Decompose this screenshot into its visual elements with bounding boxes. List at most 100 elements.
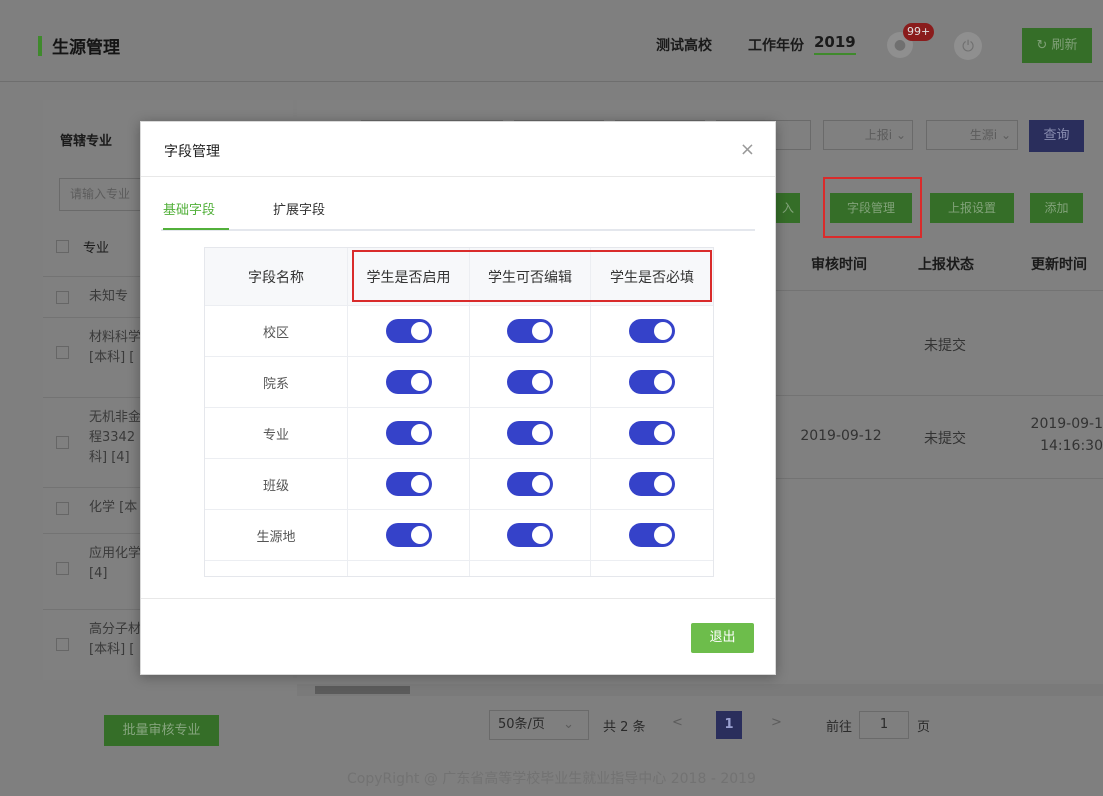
school-name: 测试高校 <box>656 38 712 54</box>
required-toggle-cell <box>591 459 713 509</box>
editable-toggle-cell <box>470 510 591 560</box>
field-name: 院系 <box>205 357 348 407</box>
current-page[interactable]: 1 <box>716 711 742 739</box>
enabled-toggle-cell <box>348 357 470 407</box>
editable-toggle[interactable] <box>507 421 553 445</box>
col-review-time: 审核时间 <box>811 257 867 273</box>
copyright-footer: CopyRight @ 广东省高等学校毕业生就业指导中心 2018 - 2019 <box>347 771 756 787</box>
major-panel-heading: 管辖专业 <box>60 134 113 149</box>
major-name: 材料科学 [本科] [ <box>89 330 142 365</box>
select-all-checkbox[interactable] <box>56 240 69 253</box>
required-toggle[interactable] <box>629 523 675 547</box>
toggle-knob <box>654 526 672 544</box>
next-page-icon[interactable]: > <box>771 715 782 730</box>
prev-page-icon[interactable]: < <box>672 715 683 730</box>
title-accent-bar <box>38 36 42 56</box>
major-checkbox[interactable] <box>56 291 69 304</box>
import-button[interactable]: 入 <box>776 193 800 223</box>
major-column-label: 专业 <box>83 241 110 256</box>
power-icon[interactable]: ⏻ <box>954 32 982 60</box>
field-row: 生源地 <box>205 510 713 561</box>
major-name: 化学 [本 <box>89 500 138 515</box>
source-select[interactable]: 生源i ⌄ <box>926 120 1018 150</box>
field-name: 校区 <box>205 306 348 356</box>
toggle-knob <box>410 373 429 391</box>
required-toggle[interactable] <box>629 370 675 394</box>
major-name: 未知专 <box>89 289 129 304</box>
toggle-knob <box>532 322 550 340</box>
required-toggle-cell <box>591 306 713 356</box>
editable-toggle-cell <box>470 459 591 509</box>
report-settings-button[interactable]: 上报设置 <box>930 193 1014 223</box>
goto-page-input[interactable]: 1 <box>859 711 909 739</box>
field-row: 院系 <box>205 357 713 408</box>
required-toggle[interactable] <box>629 319 675 343</box>
goto-label: 前往 <box>826 720 853 735</box>
tab-extended-fields[interactable]: 扩展字段 <box>273 199 325 218</box>
horizontal-scrollbar[interactable] <box>297 684 1103 696</box>
required-toggle[interactable] <box>629 421 675 445</box>
toggle-knob <box>410 475 429 493</box>
toggle-knob <box>654 424 672 442</box>
editable-toggle[interactable] <box>507 370 553 394</box>
col-field-name: 字段名称 <box>205 248 348 305</box>
row1-status: 未提交 <box>924 338 966 354</box>
exit-button[interactable]: 退出 <box>691 623 754 653</box>
tab-basic-fields[interactable]: 基础字段 <box>163 199 215 218</box>
field-tabs: 基础字段 扩展字段 <box>161 197 755 231</box>
editable-toggle[interactable] <box>507 472 553 496</box>
page-size-select[interactable]: 50条/页 ⌄ <box>489 710 589 740</box>
work-year-label: 工作年份 <box>748 38 804 54</box>
toggle-knob <box>654 475 672 493</box>
row2-review-time: 2019-09-12 <box>800 428 882 444</box>
major-checkbox[interactable] <box>56 436 69 449</box>
total-count: 共 2 条 <box>603 720 646 735</box>
row2-status: 未提交 <box>924 431 966 447</box>
enabled-toggle-cell <box>348 510 470 560</box>
notification-badge: 99+ <box>903 23 935 41</box>
refresh-button[interactable]: ↻ 刷新 <box>1022 28 1092 63</box>
chevron-down-icon: ⌄ <box>563 717 574 732</box>
enabled-toggle[interactable] <box>385 319 432 343</box>
toggle-knob <box>410 322 429 340</box>
major-checkbox[interactable] <box>56 502 69 515</box>
query-button[interactable]: 查询 <box>1029 120 1084 152</box>
empty-cell <box>205 561 348 576</box>
empty-cell <box>470 561 591 576</box>
enabled-toggle[interactable] <box>385 370 432 394</box>
required-toggle[interactable] <box>629 472 675 496</box>
scrollbar-thumb[interactable] <box>315 686 410 694</box>
field-row: 校区 <box>205 306 713 357</box>
enabled-toggle-cell <box>348 459 470 509</box>
page-title: 生源管理 <box>52 38 120 58</box>
required-toggle-cell <box>591 510 713 560</box>
enabled-toggle[interactable] <box>385 523 432 547</box>
editable-toggle[interactable] <box>507 523 553 547</box>
active-tab-indicator <box>163 228 229 230</box>
field-name: 班级 <box>205 459 348 509</box>
dialog-title: 字段管理 <box>164 144 220 160</box>
close-icon[interactable]: × <box>740 139 755 160</box>
empty-cell <box>348 561 470 576</box>
major-checkbox[interactable] <box>56 346 69 359</box>
enabled-toggle[interactable] <box>385 472 432 496</box>
field-row: 班级 <box>205 459 713 510</box>
enabled-toggle[interactable] <box>385 421 432 445</box>
required-toggle-cell <box>591 357 713 407</box>
toggle-knob <box>654 322 672 340</box>
report-status-select[interactable]: 上报i ⌄ <box>823 120 913 150</box>
goto-suffix: 页 <box>917 720 931 735</box>
refresh-label: 刷新 <box>1051 38 1078 53</box>
major-checkbox[interactable] <box>56 562 69 575</box>
major-checkbox[interactable] <box>56 638 69 651</box>
work-year-selector[interactable]: 2019 <box>814 33 856 55</box>
add-button[interactable]: 添加 <box>1030 193 1083 223</box>
col-updated-time: 更新时间 <box>1031 257 1087 273</box>
field-name: 生源地 <box>205 510 348 560</box>
major-name: 高分子材 [本科] [ <box>89 622 142 657</box>
toggle-knob <box>410 424 429 442</box>
editable-toggle[interactable] <box>507 319 553 343</box>
toggle-knob <box>654 373 672 391</box>
page-size-value: 50条/页 <box>498 717 545 732</box>
toggle-knob <box>532 424 550 442</box>
